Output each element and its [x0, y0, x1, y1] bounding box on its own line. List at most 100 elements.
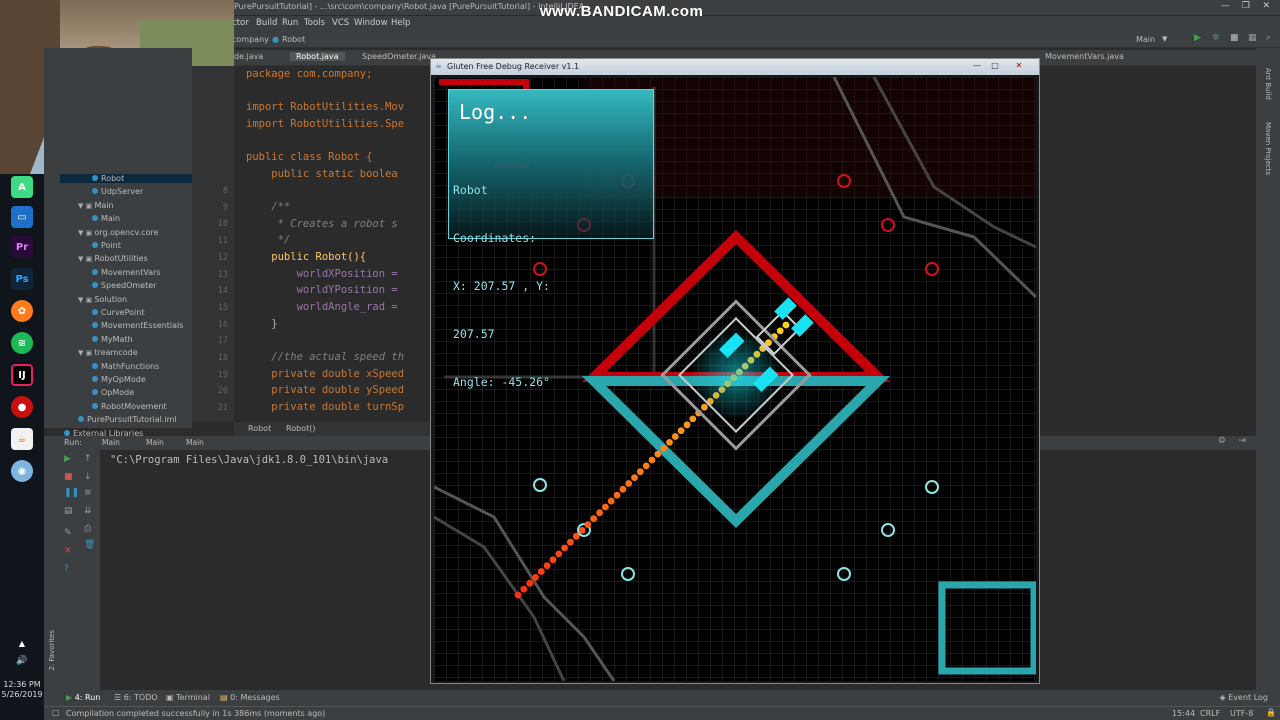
- tree-item[interactable]: MovementVars: [92, 268, 161, 277]
- volume-icon[interactable]: 🔊: [11, 650, 33, 672]
- app2-icon[interactable]: ◉: [11, 460, 33, 482]
- settings-gear-icon[interactable]: ⚙: [1218, 436, 1226, 446]
- tree-item[interactable]: MovementEssentials: [92, 321, 183, 330]
- tree-item[interactable]: ▼ ▣ treamcode: [78, 348, 138, 357]
- close-run-icon[interactable]: ✕: [64, 546, 72, 556]
- tree-item[interactable]: Main: [92, 214, 120, 223]
- photoshop-icon[interactable]: Ps: [11, 268, 33, 290]
- menu-tools[interactable]: Tools: [304, 18, 325, 28]
- intellij-icon[interactable]: IJ: [11, 364, 33, 386]
- premiere-icon[interactable]: Pr: [11, 236, 33, 258]
- spotify-icon[interactable]: ≋: [11, 332, 33, 354]
- run-icon[interactable]: ▶: [1194, 33, 1201, 43]
- tab-speedometer-java[interactable]: SpeedOmeter.java: [362, 52, 436, 61]
- tool-messages[interactable]: ▤ 0: Messages: [220, 693, 280, 702]
- tree-item-label: MovementVars: [101, 267, 161, 277]
- nav-file[interactable]: Robot: [282, 35, 305, 44]
- dump-icon[interactable]: ▤: [64, 506, 73, 516]
- debug-close-icon[interactable]: ✕: [1013, 61, 1025, 71]
- run-output-panel[interactable]: "C:\Program Files\Java\jdk1.8.0_101\bin\…: [44, 450, 430, 690]
- hide-panel-icon[interactable]: ⇥: [1238, 436, 1246, 446]
- run-config-select[interactable]: Main: [1136, 35, 1155, 44]
- tree-item[interactable]: OpMode: [92, 388, 134, 397]
- maximize-icon[interactable]: ❐: [1242, 1, 1250, 11]
- favorites-tool[interactable]: 2: Favorites: [48, 630, 56, 671]
- path-dot: [782, 321, 790, 329]
- tree-item[interactable]: MathFunctions: [92, 362, 159, 371]
- app-icon[interactable]: ▭: [11, 206, 33, 228]
- debug-receiver-window[interactable]: ☕ Gluten Free Debug Receiver v1.1 — □ ✕: [430, 58, 1040, 684]
- caret-position[interactable]: 15:44: [1172, 709, 1195, 718]
- down-arrow-icon[interactable]: ↓: [84, 472, 92, 482]
- up-arrow-icon[interactable]: ↑: [84, 454, 92, 464]
- run-tab-main[interactable]: Main: [146, 438, 164, 447]
- trash-icon[interactable]: 🗑: [84, 540, 95, 550]
- android-studio-icon[interactable]: A: [11, 176, 33, 198]
- lock-icon[interactable]: 🔒: [1266, 708, 1276, 717]
- search-icon[interactable]: ⌕: [1266, 33, 1271, 43]
- pause-icon[interactable]: ❚❚: [64, 488, 79, 498]
- run-tab-main[interactable]: Main: [186, 438, 204, 447]
- breadcrumb-method[interactable]: Robot(): [286, 424, 315, 433]
- stop-run-icon[interactable]: ■: [64, 472, 73, 482]
- menu-run[interactable]: Run: [282, 18, 298, 28]
- menu-vcs[interactable]: VCS: [332, 18, 349, 28]
- tree-item[interactable]: ▼ ▣ RobotUtilities: [78, 254, 148, 263]
- tab-de-java[interactable]: de.java: [234, 52, 263, 61]
- tree-item[interactable]: MyMath: [92, 335, 133, 344]
- print-icon[interactable]: ⎙: [84, 524, 91, 534]
- help-icon[interactable]: ?: [64, 564, 69, 574]
- scroll-end-icon[interactable]: ⇊: [84, 506, 92, 516]
- tree-item[interactable]: ▼ ▣ Solution: [78, 295, 127, 304]
- code-editor[interactable]: package com.company; import RobotUtiliti…: [234, 66, 430, 422]
- tree-item[interactable]: RobotMovement: [92, 402, 167, 411]
- taskbar-clock[interactable]: 12:36 PM 5/26/2019: [0, 680, 44, 700]
- tree-item[interactable]: ▼ ▣ org.opencv.core: [78, 228, 158, 237]
- tree-item[interactable]: UdpServer: [92, 187, 143, 196]
- tree-item[interactable]: Robot: [60, 174, 192, 183]
- tree-item[interactable]: Point: [92, 241, 121, 250]
- tree-item[interactable]: PurePursuitTutorial.iml: [78, 415, 177, 424]
- path-dot: [642, 462, 650, 470]
- debug-maximize-icon[interactable]: □: [989, 61, 1001, 71]
- tab-movementvars-java[interactable]: MovementVars.java: [1045, 52, 1124, 61]
- close-icon[interactable]: ✕: [1262, 1, 1270, 11]
- field-canvas[interactable]: Log... Robot Coordinates: X: 207.57 , Y:…: [434, 77, 1036, 681]
- tool-todo[interactable]: ☰ 6: TODO: [114, 693, 158, 702]
- wrap-icon[interactable]: ≡: [84, 488, 92, 498]
- tree-item-label: OpMode: [101, 388, 135, 398]
- tab-robot-java[interactable]: Robot.java: [290, 52, 345, 61]
- maven-projects-tool[interactable]: Maven Projects: [1264, 122, 1272, 175]
- tree-item[interactable]: MyOpMode: [92, 375, 146, 384]
- java-icon[interactable]: ☕: [11, 428, 33, 450]
- tree-item[interactable]: ▼ ▣ Main: [78, 201, 114, 210]
- tool-terminal[interactable]: ▣ Terminal: [166, 693, 210, 702]
- menu-build[interactable]: Build: [256, 18, 277, 28]
- tree-item[interactable]: CurvePoint: [92, 308, 144, 317]
- nav-company[interactable]: company: [232, 35, 269, 44]
- debug-icon[interactable]: ✲: [1212, 33, 1220, 43]
- stop-icon[interactable]: ■: [1230, 33, 1239, 43]
- debug-minimize-icon[interactable]: —: [971, 61, 983, 71]
- rerun-icon[interactable]: ▶: [64, 454, 71, 464]
- tool-event-log[interactable]: ◈ Event Log: [1220, 693, 1268, 702]
- line-separator[interactable]: CRLF: [1200, 709, 1220, 718]
- run-tab-main[interactable]: Main: [102, 438, 120, 447]
- tree-item[interactable]: SpeedOmeter: [92, 281, 156, 290]
- minimize-icon[interactable]: —: [1221, 1, 1230, 11]
- tool-run[interactable]: ▶ 4: Run: [66, 693, 100, 702]
- breadcrumb-class[interactable]: Robot: [248, 424, 271, 433]
- line-number: 10: [217, 219, 228, 230]
- fl-studio-icon[interactable]: ✿: [11, 300, 33, 322]
- debug-window-titlebar[interactable]: ☕ Gluten Free Debug Receiver v1.1 — □ ✕: [431, 59, 1039, 75]
- ant-build-tool[interactable]: Ant Build: [1264, 68, 1272, 100]
- menu-item[interactable]: ctor: [232, 18, 249, 28]
- breadcrumb: Robot Robot(): [234, 422, 430, 436]
- pin-icon[interactable]: ✎: [64, 528, 72, 538]
- menu-window[interactable]: Window: [354, 18, 388, 28]
- structure-icon[interactable]: ▦: [1248, 33, 1257, 43]
- menu-help[interactable]: Help: [391, 18, 410, 28]
- path-dot: [549, 556, 557, 564]
- bandicam-icon[interactable]: ●: [11, 396, 33, 418]
- file-encoding[interactable]: UTF-8: [1230, 709, 1253, 718]
